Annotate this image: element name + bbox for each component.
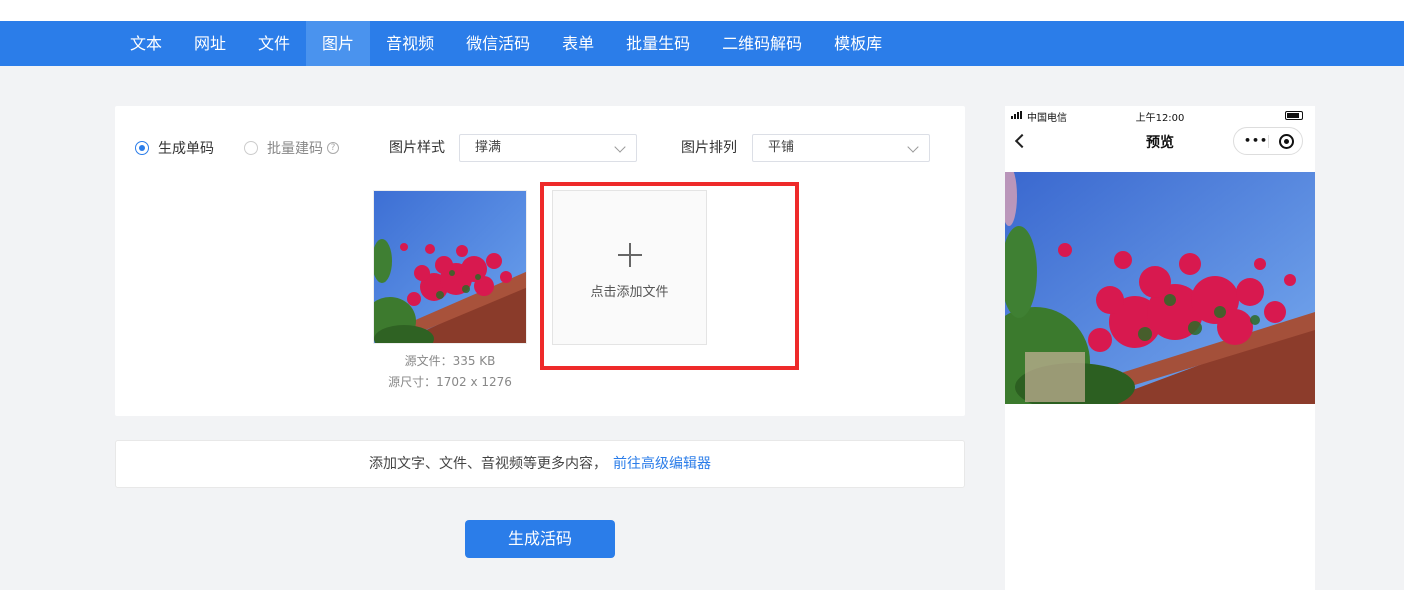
preview-image <box>1005 172 1315 404</box>
help-icon[interactable]: ? <box>327 142 339 154</box>
image-style-select[interactable]: 撑满 <box>459 134 637 162</box>
battery-icon <box>1285 111 1303 120</box>
close-target-icon[interactable] <box>1279 134 1294 149</box>
tab-url[interactable]: 网址 <box>178 21 242 66</box>
phone-status-bar: 中国电信 上午12:00 <box>1005 106 1315 124</box>
radio-checked-icon <box>135 141 149 155</box>
image-style-label: 图片样式 <box>389 140 445 156</box>
advanced-editor-bar: 添加文字、文件、音视频等更多内容， 前往高级编辑器 <box>115 440 965 488</box>
mini-program-capsule: ••• <box>1233 127 1303 155</box>
radio-batch-code[interactable]: 批量建码 ? <box>244 138 339 158</box>
tab-audio-video[interactable]: 音视频 <box>370 21 450 66</box>
tab-wechat-live-code[interactable]: 微信活码 <box>450 21 546 66</box>
tab-form[interactable]: 表单 <box>546 21 610 66</box>
uploaded-image-thumbnail[interactable] <box>373 190 527 344</box>
phone-preview: 中国电信 上午12:00 预览 ••• <box>1005 106 1315 590</box>
image-arrange-label: 图片排列 <box>681 140 737 156</box>
tab-text[interactable]: 文本 <box>114 21 178 66</box>
image-arrange-select[interactable]: 平铺 <box>752 134 930 162</box>
capsule-divider <box>1268 135 1269 148</box>
advanced-editor-hint: 添加文字、文件、音视频等更多内容， <box>369 456 607 472</box>
top-strip <box>0 0 1404 21</box>
more-menu-icon[interactable]: ••• <box>1244 134 1268 147</box>
tab-qr-decode[interactable]: 二维码解码 <box>706 21 818 66</box>
phone-title-bar: 预览 ••• <box>1005 124 1315 160</box>
radio-unchecked-icon <box>244 141 258 155</box>
chevron-down-icon <box>907 141 919 153</box>
tab-template-library[interactable]: 模板库 <box>818 21 898 66</box>
radio-single-code[interactable]: 生成单码 <box>135 138 214 158</box>
nav-tabs: 文本 网址 文件 图片 音视频 微信活码 表单 批量生码 二维码解码 模板库 <box>114 21 898 66</box>
image-arrange-value: 平铺 <box>768 140 795 155</box>
chevron-down-icon <box>614 141 626 153</box>
flower-photo-large <box>1005 172 1315 404</box>
radio-single-label: 生成单码 <box>158 141 214 157</box>
generate-live-code-button[interactable]: 生成活码 <box>465 520 615 558</box>
status-time: 上午12:00 <box>1135 113 1185 124</box>
image-style-value: 撑满 <box>475 140 502 155</box>
mode-radio-group: 生成单码 批量建码 ? <box>135 134 369 162</box>
source-file-size: 源文件：335 KB <box>404 354 496 368</box>
tab-image[interactable]: 图片 <box>306 21 371 66</box>
radio-batch-label: 批量建码 <box>267 141 323 157</box>
tab-file[interactable]: 文件 <box>242 21 306 66</box>
flower-photo <box>374 191 526 343</box>
tab-batch-generate[interactable]: 批量生码 <box>610 21 706 66</box>
advanced-editor-link[interactable]: 前往高级编辑器 <box>613 456 711 472</box>
source-dimensions: 源尺寸：1702 x 1276 <box>388 375 512 389</box>
top-navbar: 文本 网址 文件 图片 音视频 微信活码 表单 批量生码 二维码解码 模板库 <box>0 21 1404 66</box>
highlight-frame <box>540 182 799 370</box>
